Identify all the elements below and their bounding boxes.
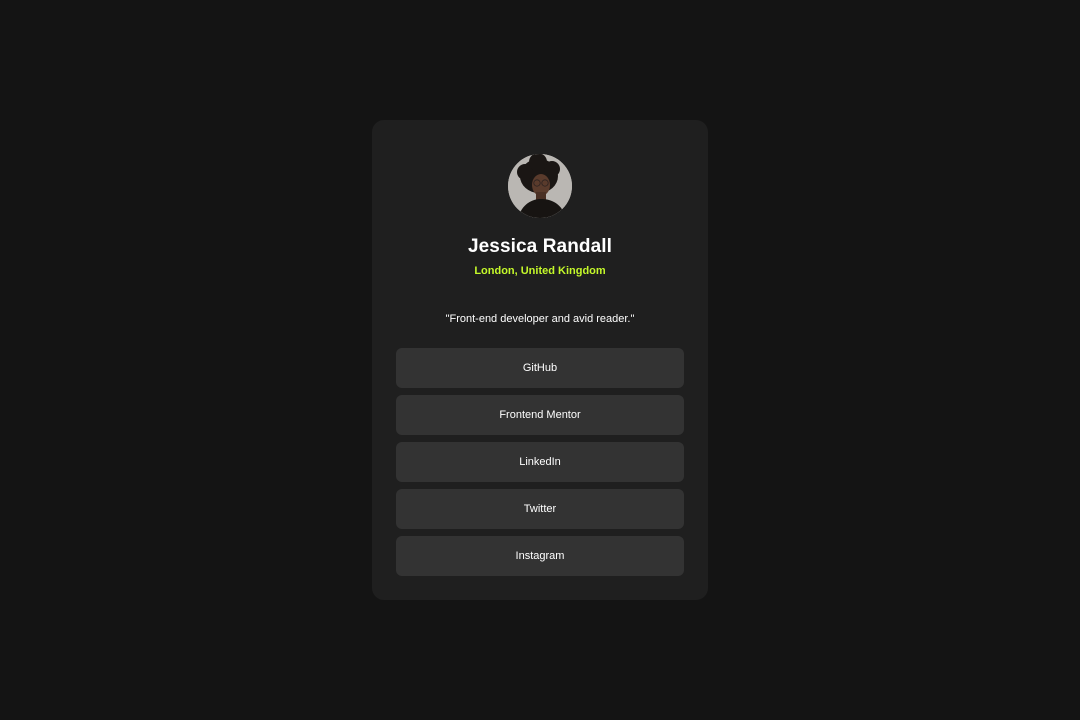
profile-location: London, United Kingdom	[474, 265, 606, 277]
profile-bio: "Front-end developer and avid reader."	[445, 313, 635, 325]
avatar	[508, 154, 572, 218]
frontend-mentor-link-button[interactable]: Frontend Mentor	[396, 395, 684, 435]
linkedin-link-button[interactable]: LinkedIn	[396, 442, 684, 482]
avatar-photo	[508, 154, 572, 218]
profile-name: Jessica Randall	[467, 236, 613, 257]
instagram-link-button[interactable]: Instagram	[396, 536, 684, 576]
twitter-link-button[interactable]: Twitter	[396, 489, 684, 529]
github-link-button[interactable]: GitHub	[396, 348, 684, 388]
social-links-list: GitHub Frontend Mentor LinkedIn Twitter …	[396, 348, 684, 583]
profile-card: Jessica Randall London, United Kingdom "…	[372, 120, 708, 600]
